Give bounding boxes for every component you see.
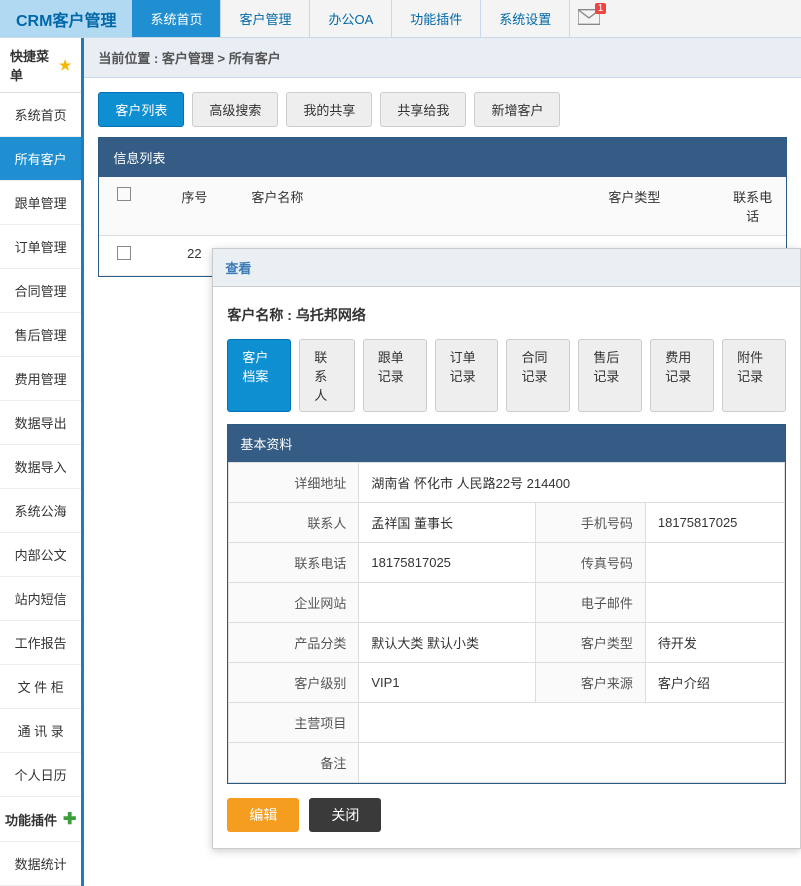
lbl-mainbiz: 主营项目	[229, 703, 359, 743]
lbl-custlevel: 客户级别	[229, 663, 359, 703]
tab-list[interactable]: 客户列表	[98, 92, 184, 127]
val-contact: 孟祥国 董事长	[359, 503, 536, 543]
val-prodcat: 默认大类 默认小类	[359, 623, 536, 663]
dialog-title: 查看	[213, 249, 800, 287]
th-type: 客户类型	[549, 177, 719, 235]
dialog-actions: 编辑 关闭	[227, 798, 786, 832]
plus-icon: ✚	[63, 809, 76, 829]
dtab-expense[interactable]: 费用记录	[650, 339, 714, 412]
topnav-settings[interactable]: 系统设置	[481, 0, 570, 37]
sidebar-item[interactable]: 工作报告	[0, 621, 81, 665]
val-source: 客户介绍	[645, 663, 784, 703]
th-seq: 序号	[149, 177, 239, 235]
view-dialog: 查看 客户名称 : 乌托邦网络 客户档案 联系人 跟单记录 订单记录 合同记录 …	[212, 248, 801, 849]
topnav-customer[interactable]: 客户管理	[221, 0, 310, 37]
sidebar: 快捷菜单 ★ 系统首页所有客户跟单管理订单管理合同管理售后管理费用管理数据导出数…	[0, 38, 84, 886]
mail-badge: 1	[595, 3, 607, 14]
quick-menu-label: 快捷菜单	[10, 46, 59, 84]
close-button[interactable]: 关闭	[309, 798, 381, 832]
sidebar-item[interactable]: 通 讯 录	[0, 709, 81, 753]
edit-button[interactable]: 编辑	[227, 798, 299, 832]
sidebar-item[interactable]: 数据导出	[0, 401, 81, 445]
top-bar: CRM客户管理 系统首页 客户管理 办公OA 功能插件 系统设置 1	[0, 0, 801, 38]
sidebar-item[interactable]: 跟单管理	[0, 181, 81, 225]
sidebar-item[interactable]: 合同管理	[0, 269, 81, 313]
lbl-fax: 传真号码	[535, 543, 645, 583]
app-logo: CRM客户管理	[0, 0, 132, 37]
select-all-checkbox[interactable]	[117, 187, 131, 201]
sidebar-item[interactable]: 系统公海	[0, 489, 81, 533]
lbl-website: 企业网站	[229, 583, 359, 623]
star-icon: ★	[59, 57, 72, 74]
row-checkbox[interactable]	[117, 246, 131, 260]
dtab-attachment[interactable]: 附件记录	[722, 339, 786, 412]
sidebar-item[interactable]: 费用管理	[0, 357, 81, 401]
detail-table: 详细地址 湖南省 怀化市 人民路22号 214400 联系人 孟祥国 董事长 手…	[228, 462, 785, 783]
val-mainbiz	[359, 703, 785, 743]
dtab-aftersale[interactable]: 售后记录	[578, 339, 642, 412]
lbl-address: 详细地址	[229, 463, 359, 503]
info-panel-title: 信息列表	[99, 138, 786, 177]
val-mobile: 18175817025	[645, 503, 784, 543]
main-tabs: 客户列表 高级搜索 我的共享 共享给我 新增客户	[84, 78, 801, 137]
val-custlevel: VIP1	[359, 663, 536, 703]
val-remark	[359, 743, 785, 783]
tab-add-customer[interactable]: 新增客户	[474, 92, 560, 127]
sidebar-item[interactable]: 内部公文	[0, 533, 81, 577]
val-address: 湖南省 怀化市 人民路22号 214400	[359, 463, 785, 503]
th-phone: 联系电话	[719, 177, 786, 235]
sidebar-item[interactable]: 数据导入	[0, 445, 81, 489]
dialog-tabs: 客户档案 联系人 跟单记录 订单记录 合同记录 售后记录 费用记录 附件记录	[227, 339, 786, 412]
detail-panel: 基本资料 详细地址 湖南省 怀化市 人民路22号 214400 联系人 孟祥国 …	[227, 424, 786, 784]
lbl-mobile: 手机号码	[535, 503, 645, 543]
mail-icon[interactable]: 1	[578, 9, 600, 28]
val-website	[359, 583, 536, 623]
sidebar-item[interactable]: 数据统计	[0, 842, 81, 886]
sidebar-item[interactable]: 售后管理	[0, 313, 81, 357]
lbl-remark: 备注	[229, 743, 359, 783]
lbl-contact: 联系人	[229, 503, 359, 543]
top-nav: 系统首页 客户管理 办公OA 功能插件 系统设置	[132, 0, 570, 37]
dtab-profile[interactable]: 客户档案	[227, 339, 291, 412]
content-area: 当前位置 : 客户管理 > 所有客户 客户列表 高级搜索 我的共享 共享给我 新…	[84, 38, 801, 886]
lbl-tel: 联系电话	[229, 543, 359, 583]
val-custtype: 待开发	[645, 623, 784, 663]
val-fax	[645, 543, 784, 583]
topnav-plugin[interactable]: 功能插件	[392, 0, 481, 37]
sidebar-quick-menu-header: 快捷菜单 ★	[0, 38, 81, 93]
val-tel: 18175817025	[359, 543, 536, 583]
table-header-row: 序号 客户名称 客户类型 联系电话	[99, 177, 786, 236]
lbl-source: 客户来源	[535, 663, 645, 703]
sidebar-plugin-header: 功能插件 ✚	[0, 797, 81, 842]
plugin-label: 功能插件	[5, 810, 57, 829]
sidebar-item[interactable]: 文 件 柜	[0, 665, 81, 709]
th-name: 客户名称	[239, 177, 549, 235]
sidebar-item[interactable]: 站内短信	[0, 577, 81, 621]
sidebar-item[interactable]: 个人日历	[0, 753, 81, 797]
val-email	[645, 583, 784, 623]
tab-my-share[interactable]: 我的共享	[286, 92, 372, 127]
breadcrumb: 当前位置 : 客户管理 > 所有客户	[84, 38, 801, 78]
lbl-prodcat: 产品分类	[229, 623, 359, 663]
lbl-email: 电子邮件	[535, 583, 645, 623]
sidebar-item[interactable]: 订单管理	[0, 225, 81, 269]
dtab-order[interactable]: 订单记录	[435, 339, 499, 412]
detail-title: 基本资料	[228, 425, 785, 462]
sidebar-item[interactable]: 所有客户	[0, 137, 81, 181]
tab-adv-search[interactable]: 高级搜索	[192, 92, 278, 127]
dtab-followup[interactable]: 跟单记录	[363, 339, 427, 412]
tab-shared-to-me[interactable]: 共享给我	[380, 92, 466, 127]
dtab-contacts[interactable]: 联系人	[299, 339, 354, 412]
topnav-oa[interactable]: 办公OA	[310, 0, 392, 37]
topnav-home[interactable]: 系统首页	[132, 0, 221, 37]
dtab-contract[interactable]: 合同记录	[506, 339, 570, 412]
lbl-custtype: 客户类型	[535, 623, 645, 663]
sidebar-item[interactable]: 系统首页	[0, 93, 81, 137]
dialog-customer-name: 客户名称 : 乌托邦网络	[227, 299, 786, 339]
